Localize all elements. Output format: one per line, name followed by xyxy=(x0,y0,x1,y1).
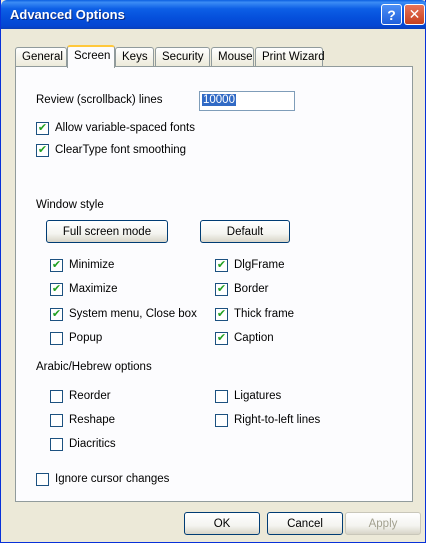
arabic-hebrew-heading: Arabic/Hebrew options xyxy=(36,361,152,373)
reorder-label: Reorder xyxy=(69,390,111,402)
caption-checkbox[interactable]: ✔ Caption xyxy=(215,331,274,345)
maximize-checkbox[interactable]: ✔ Maximize xyxy=(50,282,118,296)
minimize-checkbox[interactable]: ✔ Minimize xyxy=(50,258,114,272)
cleartype-label: ClearType font smoothing xyxy=(55,144,187,156)
apply-button[interactable]: Apply xyxy=(345,512,421,535)
review-lines-value: 10000 xyxy=(202,94,236,106)
tab-print-wizard[interactable]: Print Wizard xyxy=(255,47,325,67)
checkbox-box: ✔ xyxy=(36,143,49,157)
reshape-label: Reshape xyxy=(69,414,116,426)
caption-label: Caption xyxy=(234,332,274,344)
advanced-options-dialog: Advanced Options ? ✕ General Screen Keys… xyxy=(0,0,426,543)
checkbox-box xyxy=(36,472,49,486)
ignore-cursor-label: Ignore cursor changes xyxy=(55,473,170,485)
popup-checkbox[interactable]: Popup xyxy=(50,331,102,345)
window-style-heading: Window style xyxy=(36,199,104,211)
checkbox-box: ✔ xyxy=(215,331,228,345)
ligatures-checkbox[interactable]: Ligatures xyxy=(215,389,281,403)
border-label: Border xyxy=(234,283,269,295)
reorder-checkbox[interactable]: Reorder xyxy=(50,389,111,403)
tab-general[interactable]: General xyxy=(15,47,67,67)
checkbox-box: ✔ xyxy=(50,258,63,272)
title-bar[interactable]: Advanced Options ? ✕ xyxy=(1,0,426,29)
help-icon: ? xyxy=(387,6,396,23)
popup-label: Popup xyxy=(69,332,103,344)
maximize-label: Maximize xyxy=(69,283,118,295)
tab-keys[interactable]: Keys xyxy=(115,47,154,67)
checkbox-box xyxy=(50,389,63,403)
variable-fonts-label: Allow variable-spaced fonts xyxy=(55,122,195,134)
system-menu-label: System menu, Close box xyxy=(69,308,197,320)
tab-mouse[interactable]: Mouse xyxy=(211,47,254,67)
dlgframe-checkbox[interactable]: ✔ DlgFrame xyxy=(215,258,284,272)
close-icon: ✕ xyxy=(408,6,421,22)
tab-security[interactable]: Security xyxy=(155,47,210,67)
default-button[interactable]: Default xyxy=(200,220,290,243)
review-lines-label: Review (scrollback) lines xyxy=(36,94,163,106)
ok-button[interactable]: OK xyxy=(184,512,260,535)
reshape-checkbox[interactable]: Reshape xyxy=(50,413,115,427)
dlgframe-label: DlgFrame xyxy=(234,259,285,271)
variable-fonts-checkbox[interactable]: ✔ Allow variable-spaced fonts xyxy=(36,121,195,135)
help-button[interactable]: ? xyxy=(381,4,402,25)
checkbox-box xyxy=(50,331,63,345)
right-to-left-checkbox[interactable]: Right-to-left lines xyxy=(215,413,320,427)
ligatures-label: Ligatures xyxy=(234,390,282,402)
window-title: Advanced Options xyxy=(10,7,125,22)
checkbox-box: ✔ xyxy=(50,307,63,321)
cleartype-checkbox[interactable]: ✔ ClearType font smoothing xyxy=(36,143,186,157)
thick-frame-label: Thick frame xyxy=(234,308,295,320)
checkbox-box xyxy=(215,413,228,427)
thick-frame-checkbox[interactable]: ✔ Thick frame xyxy=(215,307,294,321)
review-lines-input[interactable]: 10000 xyxy=(199,91,295,111)
full-screen-mode-button[interactable]: Full screen mode xyxy=(46,220,168,243)
checkbox-box: ✔ xyxy=(36,121,49,135)
ignore-cursor-checkbox[interactable]: Ignore cursor changes xyxy=(36,472,169,486)
checkbox-box: ✔ xyxy=(215,307,228,321)
tab-screen[interactable]: Screen xyxy=(67,45,115,68)
checkbox-box xyxy=(215,389,228,403)
checkbox-box xyxy=(50,413,63,427)
close-button[interactable]: ✕ xyxy=(404,4,425,25)
checkbox-box xyxy=(50,437,63,451)
right-to-left-label: Right-to-left lines xyxy=(234,414,321,426)
checkbox-box: ✔ xyxy=(215,282,228,296)
cancel-button[interactable]: Cancel xyxy=(267,512,343,535)
diacritics-checkbox[interactable]: Diacritics xyxy=(50,437,116,451)
diacritics-label: Diacritics xyxy=(69,438,116,450)
checkbox-box: ✔ xyxy=(215,258,228,272)
system-menu-checkbox[interactable]: ✔ System menu, Close box xyxy=(50,307,197,321)
border-checkbox[interactable]: ✔ Border xyxy=(215,282,269,296)
minimize-label: Minimize xyxy=(69,259,115,271)
checkbox-box: ✔ xyxy=(50,282,63,296)
